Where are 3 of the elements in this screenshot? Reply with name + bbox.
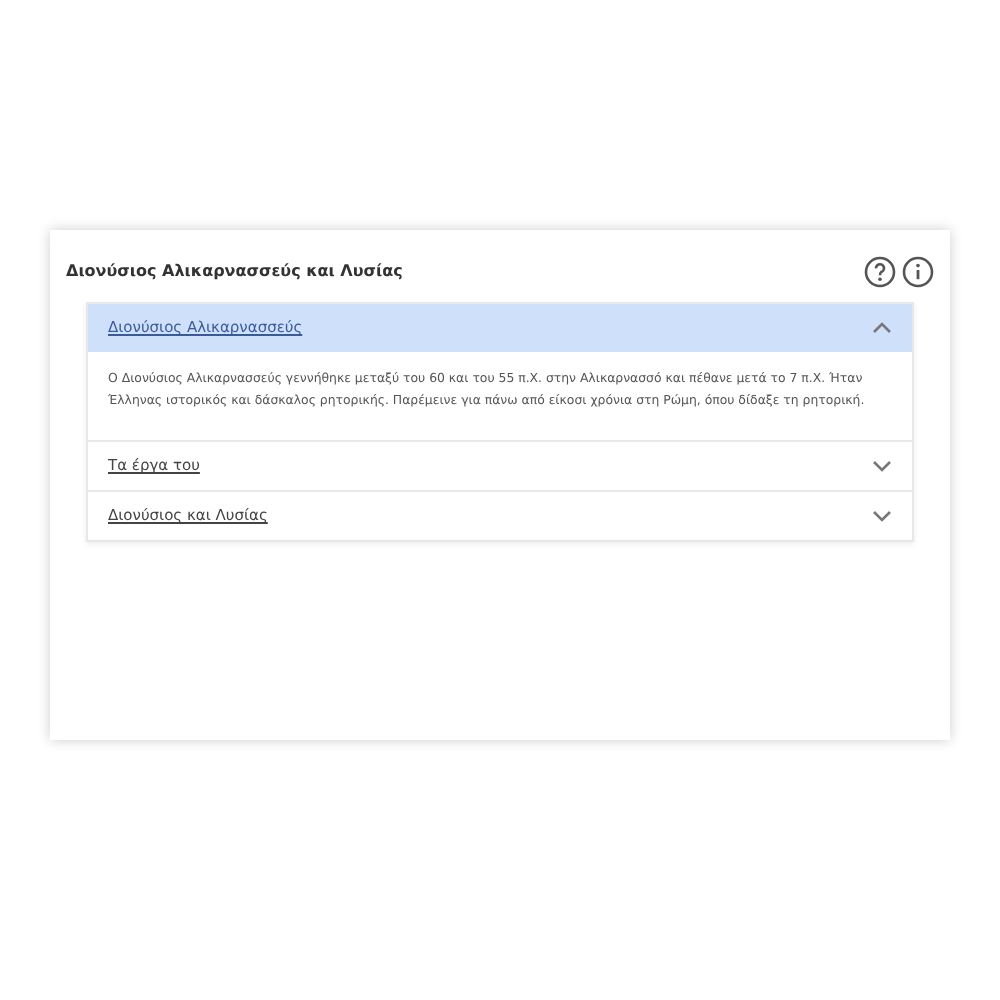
help-icon[interactable] [864, 256, 896, 288]
info-icon[interactable] [902, 256, 934, 288]
card-title: Διονύσιος Αλικαρνασσεύς και Λυσίας [66, 260, 403, 284]
